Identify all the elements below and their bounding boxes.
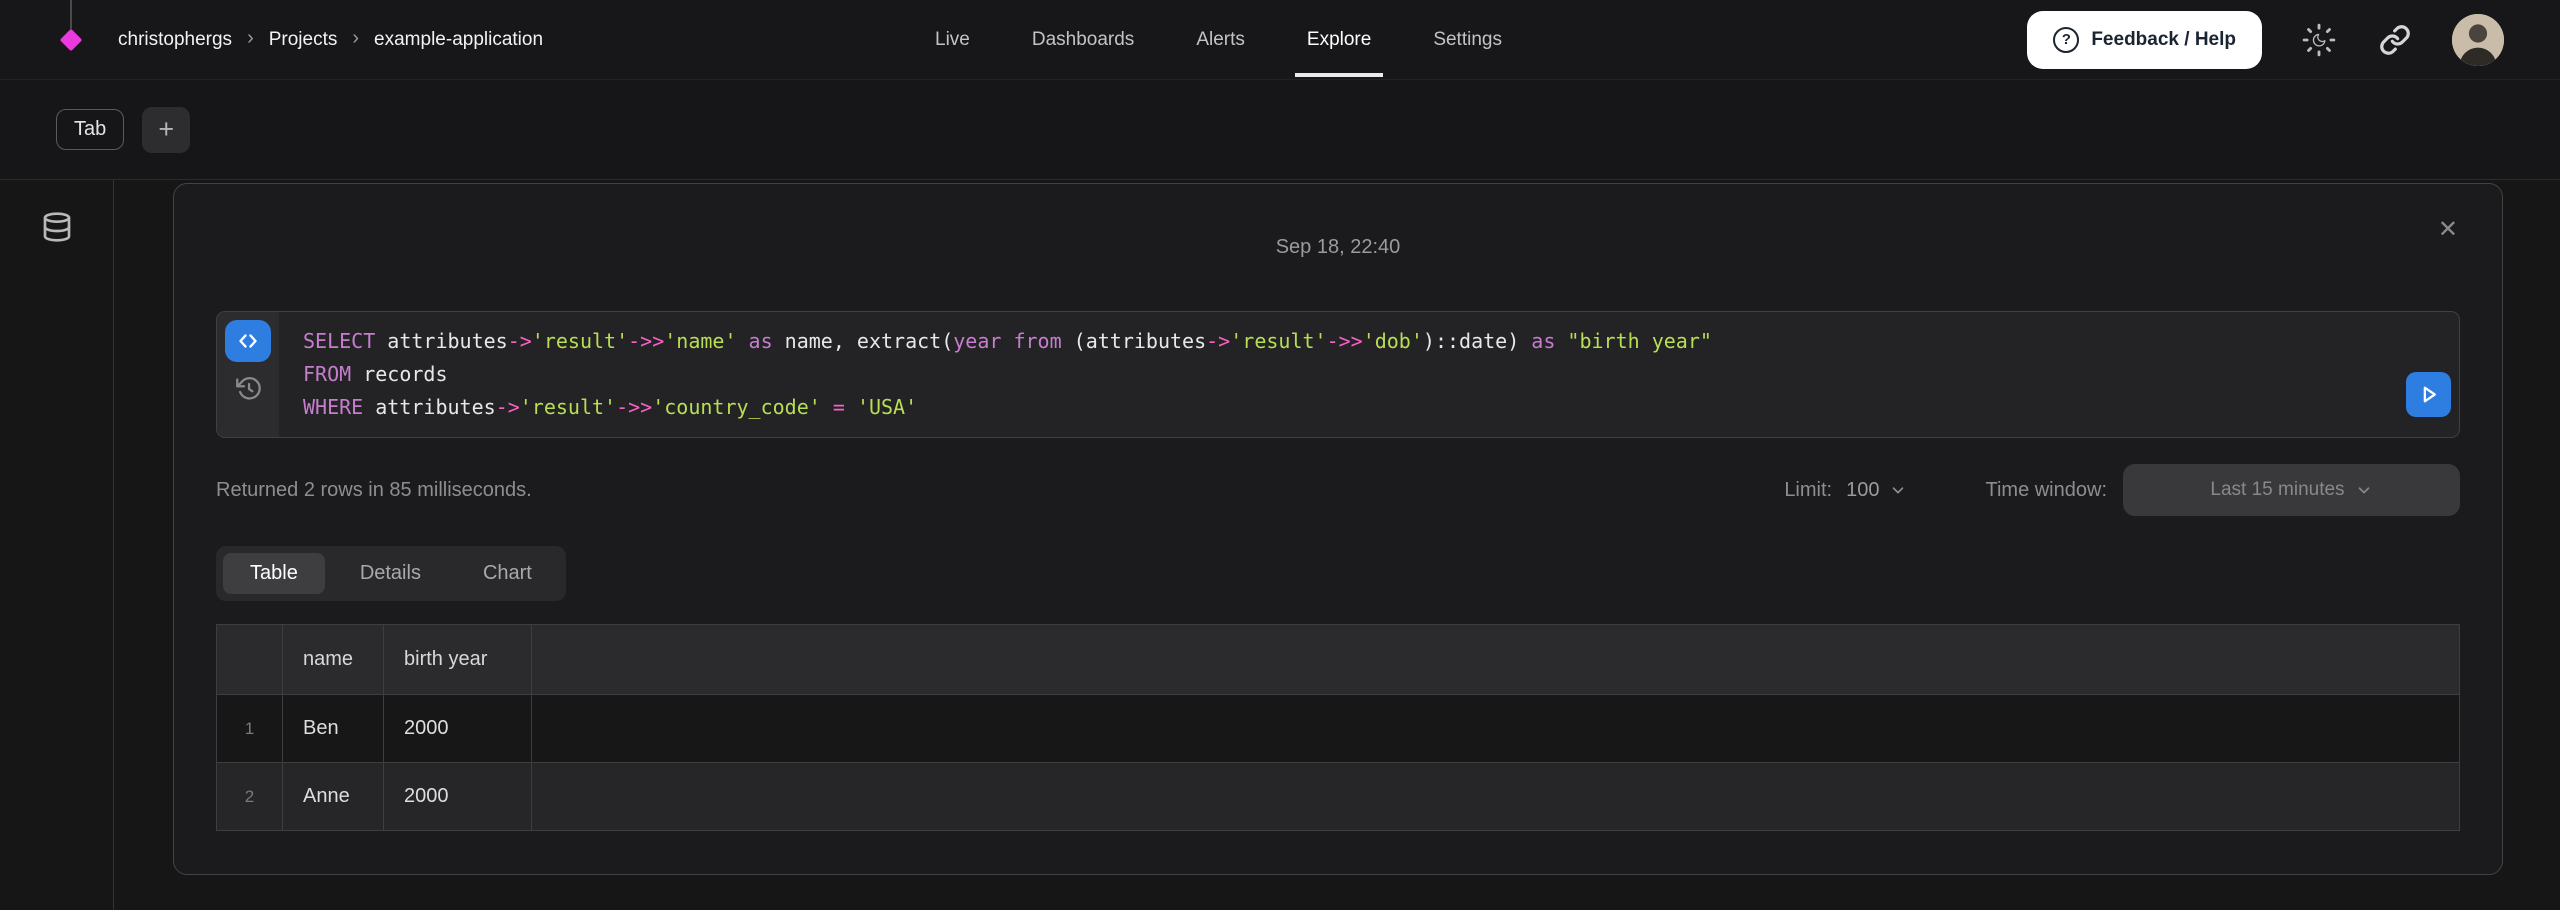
logo-diamond-icon xyxy=(60,28,83,51)
theme-toggle-icon[interactable] xyxy=(2300,21,2338,59)
primary-nav: Live Dashboards Alerts Explore Settings xyxy=(935,0,1502,79)
result-tab-details[interactable]: Details xyxy=(333,553,448,594)
row-number: 1 xyxy=(217,695,283,763)
column-header xyxy=(532,625,2460,695)
help-circle-icon: ? xyxy=(2053,27,2079,53)
breadcrumb-item[interactable]: christophergs xyxy=(118,29,232,51)
nav-item-alerts[interactable]: Alerts xyxy=(1196,29,1245,51)
column-header-birth-year: birth year xyxy=(384,625,532,695)
query-tab-bar: Tab + xyxy=(0,80,2560,180)
chevron-down-icon xyxy=(1889,481,1907,499)
sql-editor-code[interactable]: SELECT attributes->'result'->>'name' as … xyxy=(279,312,2459,437)
database-icon[interactable] xyxy=(38,208,76,246)
table-cell: 2000 xyxy=(384,763,532,831)
breadcrumb-item[interactable]: example-application xyxy=(374,29,543,51)
time-window-label: Time window: xyxy=(1985,479,2107,502)
nav-item-settings[interactable]: Settings xyxy=(1433,29,1502,51)
table-cell: 2000 xyxy=(384,695,532,763)
user-avatar[interactable] xyxy=(2452,14,2504,66)
chevron-down-icon xyxy=(2355,481,2373,499)
run-query-button[interactable] xyxy=(2406,372,2451,417)
query-status-text: Returned 2 rows in 85 milliseconds. xyxy=(216,479,532,502)
code-line: SELECT attributes->'result'->>'name' as … xyxy=(303,325,2459,358)
code-mode-button[interactable] xyxy=(225,320,271,362)
query-timestamp: Sep 18, 22:40 xyxy=(1276,236,1401,259)
limit-value: 100 xyxy=(1846,479,1879,502)
result-tabs: TableDetailsChart xyxy=(216,546,566,601)
close-card-icon[interactable]: ✕ xyxy=(2438,218,2458,242)
column-header xyxy=(217,625,283,695)
status-row: Returned 2 rows in 85 milliseconds. Limi… xyxy=(216,464,2460,516)
left-sidebar xyxy=(0,180,114,910)
feedback-help-label: Feedback / Help xyxy=(2091,29,2236,51)
limit-label: Limit: xyxy=(1784,479,1832,502)
results-table-head-row: namebirth year xyxy=(217,625,2460,695)
breadcrumb: christophergs › Projects › example-applicati… xyxy=(118,28,543,51)
card-header: Sep 18, 22:40 ✕ xyxy=(174,184,2502,311)
query-tab[interactable]: Tab xyxy=(56,109,124,150)
table-cell xyxy=(532,763,2460,831)
main-area: Sep 18, 22:40 ✕ xyxy=(0,180,2560,910)
table-cell: Anne xyxy=(283,763,384,831)
top-navigation-bar: christophergs › Projects › example-applicati… xyxy=(0,0,2560,80)
result-tabs-wrap: TableDetailsChart xyxy=(216,546,2460,601)
share-link-icon[interactable] xyxy=(2376,21,2414,59)
add-tab-button[interactable]: + xyxy=(142,107,190,153)
nav-item-live[interactable]: Live xyxy=(935,29,970,51)
content-area: Sep 18, 22:40 ✕ xyxy=(114,180,2560,910)
code-line: FROM records xyxy=(303,358,2459,391)
breadcrumb-item[interactable]: Projects xyxy=(269,29,338,51)
query-result-card: Sep 18, 22:40 ✕ xyxy=(173,183,2503,875)
limit-dropdown[interactable]: 100 xyxy=(1846,479,1907,502)
result-tab-table[interactable]: Table xyxy=(223,553,325,594)
status-controls: Limit: 100 Time window: Last 15 minutes xyxy=(1784,464,2460,516)
sql-editor-gutter xyxy=(217,312,279,437)
table-cell xyxy=(532,695,2460,763)
results-table: namebirth year 1Ben20002Anne2000 xyxy=(216,624,2460,831)
code-line: WHERE attributes->'result'->>'country_co… xyxy=(303,391,2459,424)
column-header-name: name xyxy=(283,625,384,695)
topbar-right-cluster: ? Feedback / Help xyxy=(2027,11,2504,69)
logo-pin-line xyxy=(70,0,72,29)
feedback-help-button[interactable]: ? Feedback / Help xyxy=(2027,11,2262,69)
breadcrumb-separator: › xyxy=(352,27,359,50)
results-table-body: 1Ben20002Anne2000 xyxy=(217,695,2460,831)
row-number: 2 xyxy=(217,763,283,831)
app-logo[interactable] xyxy=(60,29,82,51)
result-tab-chart[interactable]: Chart xyxy=(456,553,559,594)
query-history-icon[interactable] xyxy=(228,370,268,406)
table-cell: Ben xyxy=(283,695,384,763)
time-window-dropdown[interactable]: Last 15 minutes xyxy=(2123,464,2460,516)
time-window-value: Last 15 minutes xyxy=(2210,479,2344,501)
breadcrumb-separator: › xyxy=(247,27,254,50)
nav-item-dashboards[interactable]: Dashboards xyxy=(1032,29,1134,51)
table-row[interactable]: 2Anne2000 xyxy=(217,763,2460,831)
table-row[interactable]: 1Ben2000 xyxy=(217,695,2460,763)
sql-editor: SELECT attributes->'result'->>'name' as … xyxy=(216,311,2460,438)
nav-item-explore[interactable]: Explore xyxy=(1307,29,1371,51)
